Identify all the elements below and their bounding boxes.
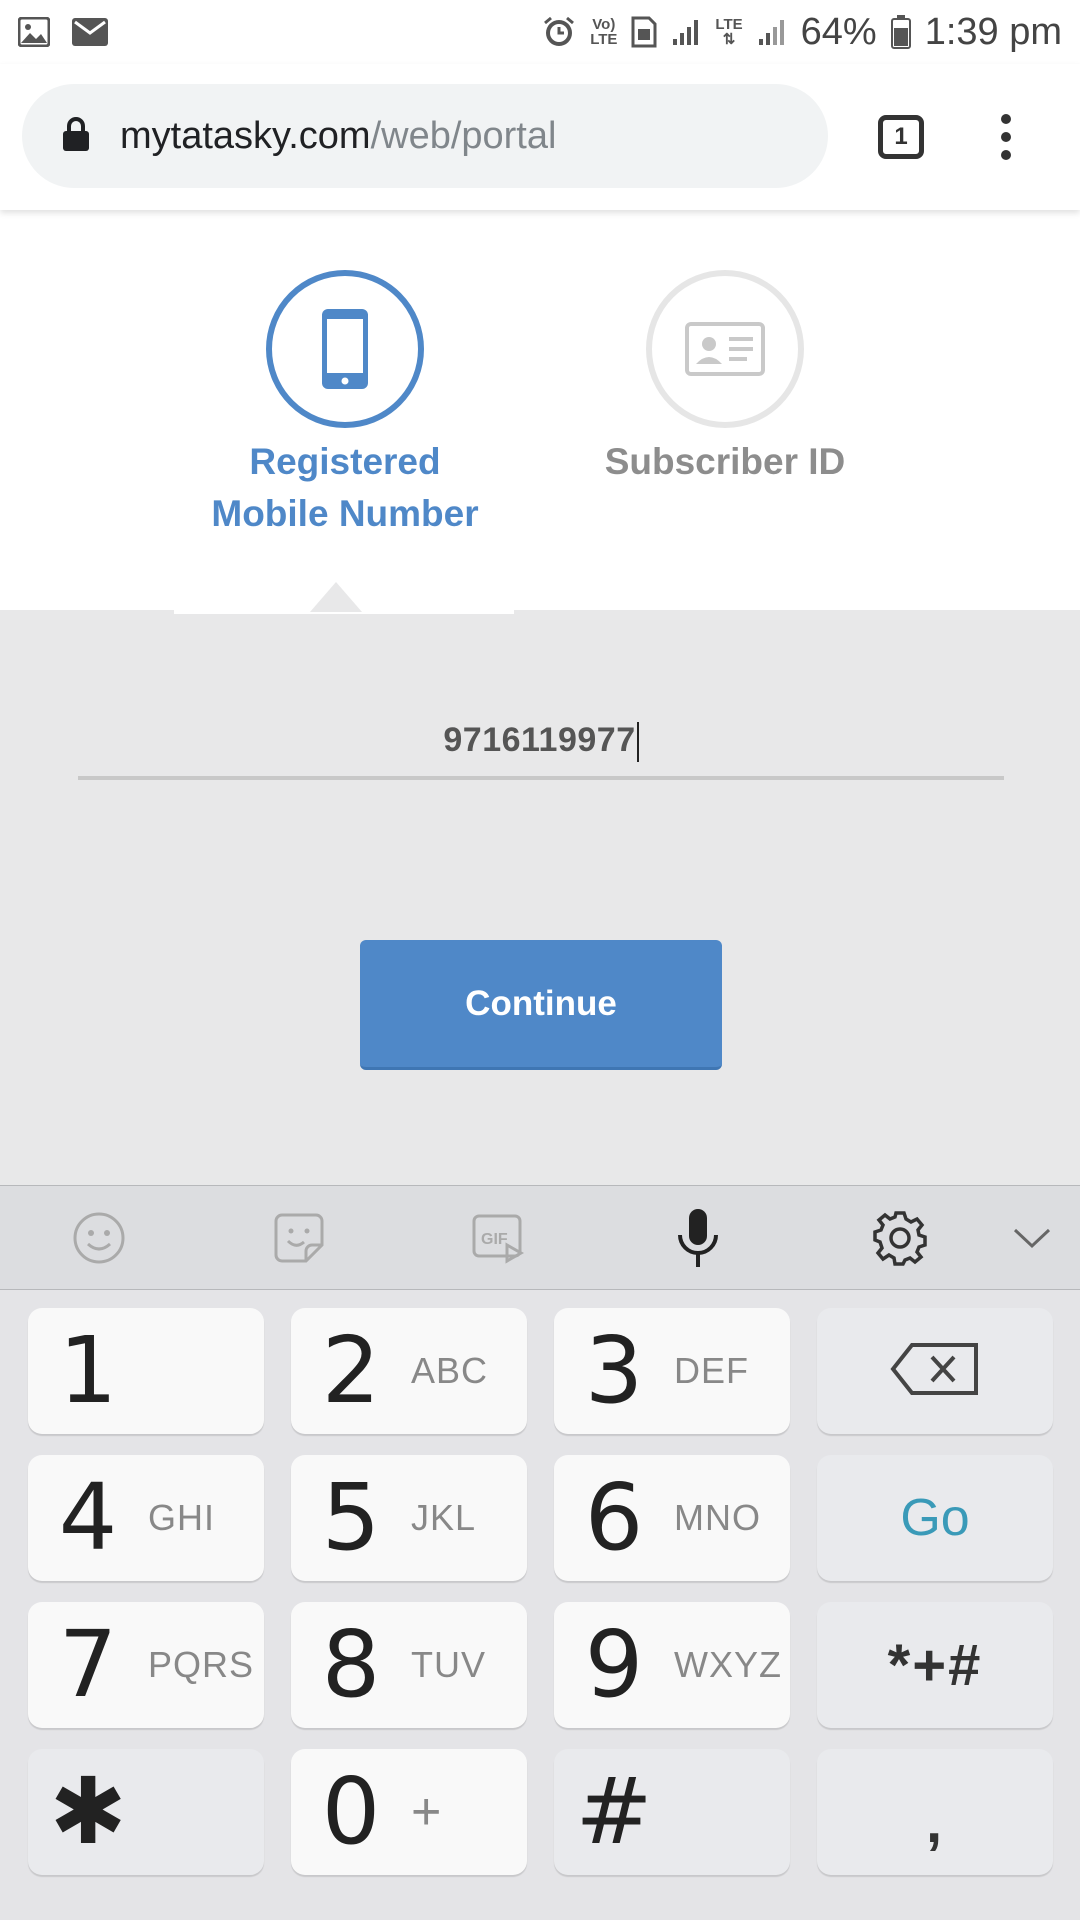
option-registered-mobile[interactable]: Registered Mobile Number bbox=[190, 270, 500, 540]
login-method-selector: Registered Mobile Number Subscriber ID bbox=[0, 210, 1080, 610]
key-letters: DEF bbox=[674, 1350, 749, 1391]
keyboard-toolbar: GIF bbox=[0, 1185, 1080, 1290]
image-icon bbox=[18, 17, 50, 47]
key-4[interactable]: 4 GHI bbox=[28, 1455, 264, 1581]
collapse-chevron-icon[interactable] bbox=[1000, 1206, 1064, 1270]
numeric-keyboard: 1 2 ABC 3 DEF 4 GHI 5 JKL 6 MNO Go 7 PQRS 8 TUV… bbox=[0, 1290, 1080, 1920]
option-subscriber-id[interactable]: Subscriber ID bbox=[585, 270, 865, 488]
tab-switcher-button[interactable]: 1 bbox=[878, 115, 924, 159]
key-digit: 0 bbox=[321, 1758, 381, 1865]
star-key[interactable]: ✱ bbox=[28, 1749, 264, 1875]
go-key[interactable]: Go bbox=[817, 1455, 1053, 1581]
sim-icon bbox=[631, 16, 657, 48]
battery-percent: 64% bbox=[800, 10, 877, 53]
mobile-number-value: 9716119977 bbox=[443, 721, 636, 759]
active-tab-pointer bbox=[310, 582, 362, 612]
key-0[interactable]: 0 + bbox=[291, 1749, 527, 1875]
key-letters: MNO bbox=[674, 1497, 761, 1538]
key-1[interactable]: 1 bbox=[28, 1308, 264, 1434]
option-mobile-label-line2: Mobile Number bbox=[211, 493, 479, 534]
browser-toolbar: mytatasky.com/web/portal 1 bbox=[0, 64, 1080, 210]
key-digit: 7 bbox=[58, 1611, 118, 1718]
emoji-icon[interactable] bbox=[67, 1206, 131, 1270]
key-digit: 6 bbox=[584, 1464, 644, 1571]
status-bar: Vo) LTE LTE ⇅ 64% 1:39 pm bbox=[0, 0, 1080, 64]
mail-icon bbox=[72, 18, 108, 46]
key-7[interactable]: 7 PQRS bbox=[28, 1602, 264, 1728]
mobile-phone-icon bbox=[266, 270, 424, 428]
key-letters: ABC bbox=[411, 1350, 489, 1391]
address-bar[interactable]: mytatasky.com/web/portal bbox=[22, 84, 828, 188]
key-letters: WXYZ bbox=[674, 1644, 782, 1685]
hash-key[interactable]: # bbox=[554, 1749, 790, 1875]
clock: 1:39 pm bbox=[924, 10, 1062, 53]
gif-icon[interactable]: GIF bbox=[466, 1206, 530, 1270]
signal-icon bbox=[757, 17, 787, 47]
volte-icon: Vo) LTE bbox=[590, 17, 617, 47]
backspace-key[interactable] bbox=[817, 1308, 1053, 1434]
sticker-icon[interactable] bbox=[267, 1206, 331, 1270]
hash-label: # bbox=[575, 1758, 653, 1865]
continue-button[interactable]: Continue bbox=[360, 940, 722, 1070]
microphone-icon[interactable] bbox=[666, 1206, 730, 1270]
key-digit: 1 bbox=[58, 1317, 118, 1424]
key-2[interactable]: 2 ABC bbox=[291, 1308, 527, 1434]
url-path: /web/portal bbox=[370, 114, 557, 157]
key-digit: 3 bbox=[584, 1317, 644, 1424]
signal-icon bbox=[671, 17, 701, 47]
key-9[interactable]: 9 WXYZ bbox=[554, 1602, 790, 1728]
option-mobile-label-line1: Registered bbox=[249, 441, 441, 482]
lte-icon: LTE ⇅ bbox=[715, 16, 743, 48]
key-digit: 8 bbox=[321, 1611, 381, 1718]
go-label: Go bbox=[900, 1489, 970, 1547]
key-3[interactable]: 3 DEF bbox=[554, 1308, 790, 1434]
overflow-menu-icon[interactable] bbox=[996, 114, 1016, 160]
comma-key[interactable]: , bbox=[817, 1749, 1053, 1875]
lock-icon bbox=[62, 116, 90, 157]
key-6[interactable]: 6 MNO bbox=[554, 1455, 790, 1581]
key-8[interactable]: 8 TUV bbox=[291, 1602, 527, 1728]
star-label: ✱ bbox=[49, 1758, 127, 1865]
input-underline bbox=[78, 776, 1004, 780]
volte-label: Vo) bbox=[592, 16, 616, 33]
option-mobile-label: Registered Mobile Number bbox=[190, 436, 500, 540]
key-digit: 4 bbox=[58, 1464, 118, 1571]
key-digit: 9 bbox=[584, 1611, 644, 1718]
mobile-number-input[interactable]: 9716119977 bbox=[78, 700, 1004, 776]
key-letters: TUV bbox=[411, 1644, 486, 1685]
backspace-icon bbox=[817, 1342, 1053, 1401]
alarm-icon bbox=[542, 15, 576, 49]
key-5[interactable]: 5 JKL bbox=[291, 1455, 527, 1581]
id-card-icon bbox=[646, 270, 804, 428]
volte-lte-label: LTE bbox=[590, 31, 618, 48]
battery-icon bbox=[890, 15, 911, 49]
url-text[interactable]: mytatasky.com/web/portal bbox=[120, 115, 556, 158]
key-digit: 5 bbox=[321, 1464, 381, 1571]
text-cursor bbox=[636, 722, 639, 763]
key-digit: 2 bbox=[321, 1317, 381, 1424]
url-domain: mytatasky.com bbox=[120, 114, 371, 157]
symbols-label: *+# bbox=[887, 1632, 983, 1698]
lte-label: LTE bbox=[715, 16, 743, 33]
settings-icon[interactable] bbox=[868, 1206, 932, 1270]
gif-label: GIF bbox=[481, 1231, 508, 1248]
key-letters: JKL bbox=[411, 1497, 477, 1538]
comma-label: , bbox=[925, 1789, 945, 1855]
login-form: 9716119977 Continue bbox=[0, 582, 1080, 1185]
key-letters: GHI bbox=[148, 1497, 216, 1538]
option-subscriber-label: Subscriber ID bbox=[604, 441, 846, 482]
symbols-key[interactable]: *+# bbox=[817, 1602, 1053, 1728]
key-letters: + bbox=[411, 1783, 442, 1841]
key-letters: PQRS bbox=[148, 1644, 255, 1685]
